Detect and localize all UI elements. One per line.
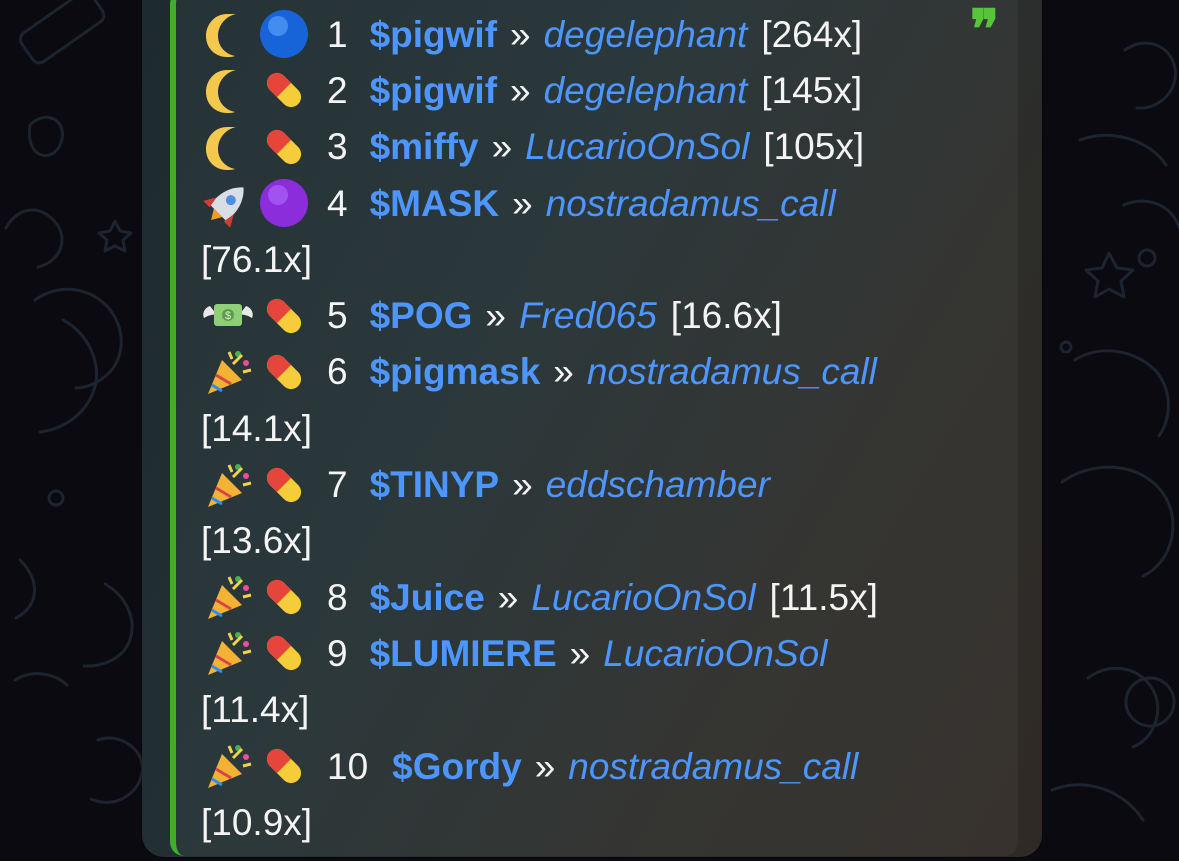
- caller-link[interactable]: eddschamber: [546, 466, 770, 503]
- token-ticker-link[interactable]: $POG: [370, 297, 473, 334]
- multiplier: [11.5x]: [769, 576, 878, 618]
- separator: »: [534, 745, 556, 787]
- list-item-continuation: [10.9x]: [200, 794, 990, 850]
- token-ticker-link[interactable]: $pigwif: [370, 16, 497, 53]
- token-ticker-link[interactable]: $pigmask: [370, 353, 541, 390]
- caller-link[interactable]: nostradamus_call: [568, 748, 858, 785]
- pill-icon: [256, 62, 312, 118]
- multiplier: [11.4x]: [201, 689, 310, 731]
- caller-link[interactable]: LucarioOnSol: [525, 128, 749, 165]
- pill-icon: [256, 569, 312, 625]
- separator: »: [512, 182, 533, 224]
- rank-number: 10: [327, 745, 369, 787]
- party-popper-icon: [200, 738, 256, 794]
- multiplier: [13.6x]: [201, 520, 313, 562]
- separator: »: [510, 13, 531, 55]
- multiplier: [264x]: [761, 13, 863, 55]
- pill-icon: [256, 625, 312, 681]
- blue-circle-icon: [256, 6, 312, 62]
- token-ticker-link[interactable]: $Gordy: [392, 748, 522, 785]
- separator: »: [512, 464, 533, 506]
- purple-circle-icon: [256, 175, 312, 231]
- list-item: 10 $Gordy » nostradamus_call: [200, 738, 990, 794]
- caller-link[interactable]: Fred065: [519, 297, 657, 334]
- separator: »: [553, 351, 574, 393]
- rank-number: 1: [327, 13, 348, 55]
- pill-icon: [256, 738, 312, 794]
- list-item-continuation: [11.4x]: [200, 682, 990, 738]
- list-item-continuation: [14.1x]: [200, 400, 990, 456]
- money-wings-icon: $: [200, 288, 256, 344]
- svg-text:$: $: [225, 310, 231, 322]
- party-popper-icon: [200, 569, 256, 625]
- list-item: 8 $Juice » LucarioOnSol [11.5x]: [200, 569, 990, 625]
- list-item-continuation: [76.1x]: [200, 231, 990, 287]
- rocket-icon: [200, 175, 256, 231]
- multiplier: [16.6x]: [670, 295, 782, 337]
- separator: »: [510, 69, 531, 111]
- list-item: 2 $pigwif » degelephant [145x]: [200, 62, 990, 118]
- token-ticker-link[interactable]: $pigwif: [370, 72, 497, 109]
- list-item: 4 $MASK » nostradamus_call: [200, 175, 990, 231]
- caller-link[interactable]: degelephant: [544, 72, 748, 109]
- list-item: 7 $TINYP » eddschamber: [200, 456, 990, 512]
- rank-number: 7: [327, 464, 348, 506]
- multiplier: [10.9x]: [201, 801, 313, 843]
- multiplier: [105x]: [763, 126, 865, 168]
- list-item: 9 $LUMIERE » LucarioOnSol: [200, 625, 990, 681]
- pill-icon: [256, 119, 312, 175]
- list-item: 6 $pigmask » nostradamus_call: [200, 344, 990, 400]
- multiplier: [76.1x]: [201, 238, 313, 280]
- separator: »: [491, 126, 513, 168]
- list-item: 3 $miffy » LucarioOnSol [105x]: [200, 119, 990, 175]
- token-ticker-link[interactable]: $miffy: [370, 128, 479, 165]
- caller-link[interactable]: degelephant: [544, 16, 748, 53]
- party-popper-icon: [200, 457, 256, 513]
- token-ticker-link[interactable]: $TINYP: [370, 466, 500, 503]
- rank-number: 2: [327, 69, 348, 111]
- multiplier: [145x]: [761, 69, 863, 111]
- separator: »: [497, 576, 519, 618]
- list-item: $ 5 $POG » Fred065 [16.6x]: [200, 287, 990, 343]
- pill-icon: [256, 457, 312, 513]
- rank-number: 8: [327, 576, 348, 618]
- leaderboard-list: 1 $pigwif » degelephant [264x] 2 $pigwif…: [200, 6, 990, 850]
- rank-number: 6: [327, 351, 348, 393]
- list-item: 1 $pigwif » degelephant [264x]: [200, 6, 990, 62]
- moon-icon: [200, 6, 256, 62]
- rank-number: 5: [327, 295, 348, 337]
- token-ticker-link[interactable]: $LUMIERE: [370, 635, 557, 672]
- moon-icon: [200, 62, 256, 118]
- token-ticker-link[interactable]: $Juice: [370, 579, 485, 616]
- pill-icon: [256, 288, 312, 344]
- list-item-continuation: [13.6x]: [200, 513, 990, 569]
- pill-icon: [256, 344, 312, 400]
- multiplier: [14.1x]: [201, 407, 313, 449]
- rank-number: 4: [327, 182, 348, 224]
- caller-link[interactable]: nostradamus_call: [546, 185, 836, 222]
- separator: »: [485, 295, 506, 337]
- rank-number: 9: [327, 632, 348, 674]
- rank-number: 3: [327, 126, 348, 168]
- caller-link[interactable]: nostradamus_call: [587, 353, 877, 390]
- party-popper-icon: [200, 344, 256, 400]
- caller-link[interactable]: LucarioOnSol: [603, 635, 827, 672]
- token-ticker-link[interactable]: $MASK: [370, 185, 500, 222]
- separator: »: [569, 632, 591, 674]
- party-popper-icon: [200, 625, 256, 681]
- moon-icon: [200, 119, 256, 175]
- caller-link[interactable]: LucarioOnSol: [531, 579, 755, 616]
